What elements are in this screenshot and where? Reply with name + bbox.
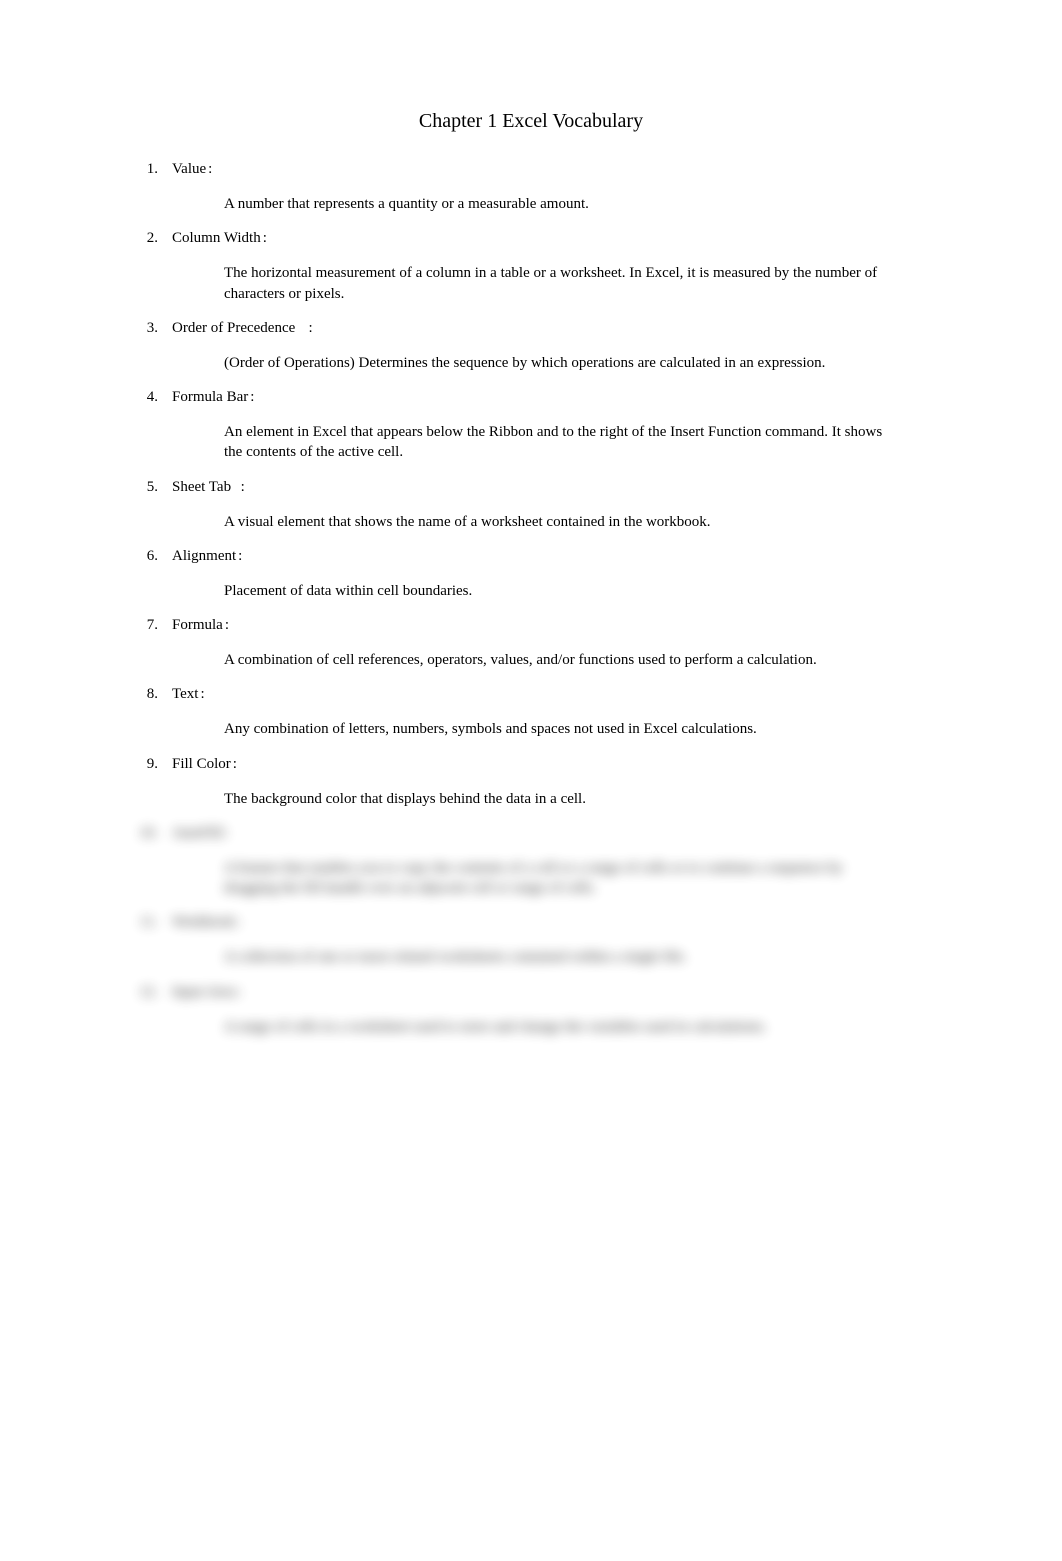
term-label: Order of Precedence <box>172 320 295 337</box>
definition-text: Placement of data within cell boundaries… <box>224 581 892 601</box>
list-item: 11. Workbook : A collection of one or mo… <box>130 914 932 967</box>
term-label: Value <box>172 161 206 178</box>
definition-text: A collection of one or more related work… <box>224 947 892 967</box>
list-item: 4. Formula Bar : An element in Excel tha… <box>130 389 932 463</box>
item-number: 11. <box>130 914 158 931</box>
definition-text: Any combination of letters, numbers, sym… <box>224 719 892 739</box>
colon: : <box>297 320 312 337</box>
term-row: 3. Order of Precedence : <box>130 320 932 337</box>
term-label: Alignment <box>172 548 236 565</box>
term-label: AutoFill <box>172 825 223 842</box>
term-label: Text <box>172 686 198 703</box>
item-number: 7. <box>130 617 158 634</box>
term-row: 12. Input Area : <box>130 984 932 1001</box>
list-item: 7. Formula : A combination of cell refer… <box>130 617 932 670</box>
definition-text: A feature that enables you to copy the c… <box>224 858 892 899</box>
vocabulary-list: 1. Value : A number that represents a qu… <box>130 161 932 1037</box>
item-number: 2. <box>130 230 158 247</box>
item-number: 4. <box>130 389 158 406</box>
list-item: 6. Alignment : Placement of data within … <box>130 548 932 601</box>
definition-text: The horizontal measurement of a column i… <box>224 263 892 304</box>
term-row: 1. Value : <box>130 161 932 178</box>
list-item: 12. Input Area : A range of cells in a w… <box>130 984 932 1037</box>
term-row: 11. Workbook : <box>130 914 932 931</box>
colon: : <box>263 230 267 247</box>
term-row: 9. Fill Color : <box>130 756 932 773</box>
term-label: Fill Color <box>172 756 231 773</box>
colon: : <box>208 161 212 178</box>
term-label: Formula Bar <box>172 389 248 406</box>
item-number: 8. <box>130 686 158 703</box>
term-label: Formula <box>172 617 223 634</box>
colon: : <box>238 984 242 1001</box>
item-number: 6. <box>130 548 158 565</box>
term-label: Column Width <box>172 230 261 247</box>
term-row: 8. Text : <box>130 686 932 703</box>
item-number: 1. <box>130 161 158 178</box>
definition-text: A combination of cell references, operat… <box>224 650 892 670</box>
definition-text: A number that represents a quantity or a… <box>224 194 892 214</box>
list-item: 5. Sheet Tab : A visual element that sho… <box>130 479 932 532</box>
list-item: 10. AutoFill : A feature that enables yo… <box>130 825 932 899</box>
colon: : <box>225 617 229 634</box>
term-row: 4. Formula Bar : <box>130 389 932 406</box>
item-number: 9. <box>130 756 158 773</box>
colon: : <box>238 548 242 565</box>
definition-text: (Order of Operations) Determines the seq… <box>224 353 892 373</box>
list-item: 3. Order of Precedence : (Order of Opera… <box>130 320 932 373</box>
item-number: 12. <box>130 984 158 1001</box>
colon: : <box>200 686 204 703</box>
page-title: Chapter 1 Excel Vocabulary <box>130 110 932 133</box>
list-item: 9. Fill Color : The background color tha… <box>130 756 932 809</box>
list-item: 8. Text : Any combination of letters, nu… <box>130 686 932 739</box>
term-row: 2. Column Width : <box>130 230 932 247</box>
term-label: Input Area <box>172 984 236 1001</box>
item-number: 3. <box>130 320 158 337</box>
definition-text: A visual element that shows the name of … <box>224 512 892 532</box>
colon: : <box>237 914 241 931</box>
definition-text: An element in Excel that appears below t… <box>224 422 892 463</box>
list-item: 2. Column Width : The horizontal measure… <box>130 230 932 304</box>
item-number: 10. <box>130 825 158 842</box>
list-item: 1. Value : A number that represents a qu… <box>130 161 932 214</box>
term-label: Workbook <box>172 914 235 931</box>
term-row: 6. Alignment : <box>130 548 932 565</box>
term-label: Sheet Tab <box>172 479 231 496</box>
colon: : <box>233 479 245 496</box>
colon: : <box>225 825 229 842</box>
definition-text: A range of cells in a worksheet used to … <box>224 1017 892 1037</box>
colon: : <box>233 756 237 773</box>
term-row: 10. AutoFill : <box>130 825 932 842</box>
item-number: 5. <box>130 479 158 496</box>
term-row: 5. Sheet Tab : <box>130 479 932 496</box>
term-row: 7. Formula : <box>130 617 932 634</box>
colon: : <box>250 389 254 406</box>
definition-text: The background color that displays behin… <box>224 789 892 809</box>
